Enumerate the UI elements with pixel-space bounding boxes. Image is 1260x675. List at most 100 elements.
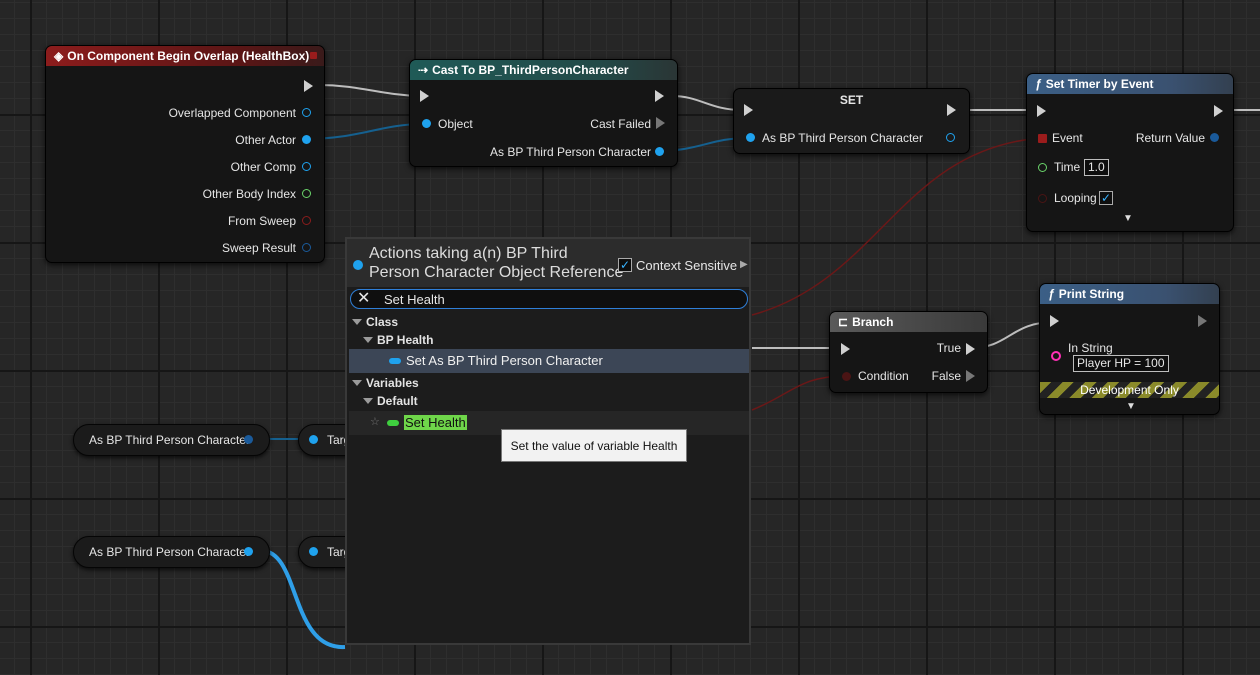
looping-checkbox[interactable]: ✓ xyxy=(1099,191,1113,205)
menu-heading-line2: Person Character Object Reference xyxy=(369,264,624,281)
variable-label: As BP Third Person Character xyxy=(89,545,250,559)
menu-heading-line1: Actions taking a(n) BP Third xyxy=(369,245,568,262)
node-header: ◈ On Component Begin Overlap (HealthBox) xyxy=(46,46,324,66)
variable-label: As BP Third Person Character xyxy=(89,433,250,447)
exec-out-pin[interactable] xyxy=(947,104,956,116)
time-pin[interactable] xyxy=(1038,163,1047,172)
tree-category-variables[interactable]: Variables xyxy=(352,376,419,390)
variable-output-pin[interactable] xyxy=(244,547,253,556)
clear-search-icon[interactable]: ✕ xyxy=(357,290,370,308)
exec-out-pin[interactable] xyxy=(304,80,313,92)
target-pin[interactable] xyxy=(309,435,318,444)
from-sweep-pin[interactable] xyxy=(302,216,311,225)
tree-category-class[interactable]: Class xyxy=(352,315,398,329)
collapse-triangle-icon xyxy=(363,398,373,404)
node-title: Branch xyxy=(852,315,894,329)
variable-getter-as-bp-1[interactable]: As BP Third Person Character xyxy=(73,424,270,456)
node-title: Cast To BP_ThirdPersonCharacter xyxy=(432,63,629,77)
expand-chevron-icon[interactable]: ▼ xyxy=(1123,213,1133,224)
category-label: BP Health xyxy=(377,333,434,347)
condition-pin[interactable] xyxy=(842,372,851,381)
cast-failed-label: Cast Failed xyxy=(590,117,651,131)
condition-label: Condition xyxy=(858,369,909,383)
exec-in-pin[interactable] xyxy=(1037,105,1046,117)
other-comp-pin[interactable] xyxy=(302,162,311,171)
chevron-right-icon[interactable]: ▶ xyxy=(740,259,748,270)
collapse-triangle-icon xyxy=(352,380,362,386)
node-title: Set Timer by Event xyxy=(1045,77,1154,91)
tree-category-bp-health[interactable]: BP Health xyxy=(363,333,433,347)
set-input-pin[interactable] xyxy=(746,133,755,142)
cast-failed-pin[interactable] xyxy=(656,117,665,129)
in-string-pin[interactable] xyxy=(1051,351,1061,361)
node-header: ⇢ Cast To BP_ThirdPersonCharacter xyxy=(410,60,677,80)
return-value-pin[interactable] xyxy=(1210,133,1219,142)
as-bp-pin[interactable] xyxy=(655,147,664,156)
category-label: Default xyxy=(377,394,418,408)
search-box[interactable]: ✕ Set Health xyxy=(350,289,748,309)
exec-out-pin[interactable] xyxy=(1198,315,1207,327)
node-title: Print String xyxy=(1058,287,1125,301)
set-title: SET xyxy=(839,93,864,107)
event-pin[interactable] xyxy=(1038,134,1047,143)
collapse-triangle-icon xyxy=(363,337,373,343)
in-string-label: In String xyxy=(1068,341,1113,355)
on-component-begin-overlap-node[interactable]: ◈ On Component Begin Overlap (HealthBox) … xyxy=(45,45,325,263)
exec-in-pin[interactable] xyxy=(420,90,429,102)
tooltip: Set the value of variable Health xyxy=(501,429,687,462)
object-pin[interactable] xyxy=(422,119,431,128)
bool-pill-icon xyxy=(387,420,399,426)
set-node[interactable]: SET As BP Third Person Character xyxy=(733,88,970,154)
time-field[interactable]: 1.0 xyxy=(1084,159,1109,176)
tree-category-default[interactable]: Default xyxy=(363,394,418,408)
event-icon: ◈ xyxy=(54,49,64,63)
sweep-result-pin[interactable] xyxy=(302,243,311,252)
context-sensitive-label: Context Sensitive xyxy=(636,258,738,273)
in-string-field[interactable]: Player HP = 100 xyxy=(1073,355,1169,372)
search-input[interactable]: Set Health xyxy=(384,292,445,307)
set-output-pin[interactable] xyxy=(946,133,955,142)
exec-in-pin[interactable] xyxy=(744,104,753,116)
node-header: ⊏ Branch xyxy=(830,312,987,332)
exec-out-pin[interactable] xyxy=(655,90,664,102)
other-actor-pin[interactable] xyxy=(302,135,311,144)
print-string-node[interactable]: ƒ Print String In String Player HP = 100 … xyxy=(1039,283,1220,415)
development-only-label: Development Only xyxy=(1080,383,1179,397)
branch-icon: ⊏ xyxy=(838,315,849,329)
exec-in-pin[interactable] xyxy=(1050,315,1059,327)
favorite-star-icon[interactable]: ☆ xyxy=(370,415,380,428)
branch-node[interactable]: ⊏ Branch True Condition False xyxy=(829,311,988,393)
object-label: Object xyxy=(438,117,473,131)
pin-label-from-sweep: From Sweep xyxy=(227,214,296,228)
function-icon: ƒ xyxy=(1035,77,1042,91)
category-label: Variables xyxy=(366,376,419,390)
pin-label-other-actor: Other Actor xyxy=(235,133,296,147)
overlapped-component-pin[interactable] xyxy=(302,108,311,117)
exec-in-pin[interactable] xyxy=(841,343,850,355)
pin-label-other-comp: Other Comp xyxy=(230,160,296,174)
set-timer-by-event-node[interactable]: ƒ Set Timer by Event Event Return Value T… xyxy=(1026,73,1234,232)
false-pin[interactable] xyxy=(966,370,975,382)
context-sensitive-checkbox[interactable]: ✓ xyxy=(618,258,632,272)
variable-output-pin[interactable] xyxy=(244,435,253,444)
false-label: False xyxy=(931,369,961,383)
time-label: Time xyxy=(1054,160,1081,174)
cast-icon: ⇢ xyxy=(418,63,429,77)
cast-to-node[interactable]: ⇢ Cast To BP_ThirdPersonCharacter Object … xyxy=(409,59,678,167)
tree-item-label: Set Health xyxy=(404,415,467,430)
node-header: ƒ Print String xyxy=(1040,284,1219,304)
looping-pin[interactable] xyxy=(1038,194,1047,203)
target-pin[interactable] xyxy=(309,547,318,556)
pin-label-sweep-result: Sweep Result xyxy=(221,241,296,255)
true-pin[interactable] xyxy=(966,343,975,355)
object-pill-icon xyxy=(389,358,401,364)
variable-getter-as-bp-2[interactable]: As BP Third Person Character xyxy=(73,536,270,568)
action-menu-header: Actions taking a(n) BP Third Person Char… xyxy=(347,239,749,287)
expand-chevron-icon[interactable]: ▼ xyxy=(1126,401,1136,412)
tree-item-set-as-bp[interactable]: Set As BP Third Person Character xyxy=(349,349,749,373)
header-delegate-pin[interactable] xyxy=(310,52,317,59)
node-title: On Component Begin Overlap (HealthBox) xyxy=(67,49,310,63)
exec-out-pin[interactable] xyxy=(1214,105,1223,117)
other-body-index-pin[interactable] xyxy=(302,189,311,198)
pin-label-overlapped-component: Overlapped Component xyxy=(168,106,296,120)
